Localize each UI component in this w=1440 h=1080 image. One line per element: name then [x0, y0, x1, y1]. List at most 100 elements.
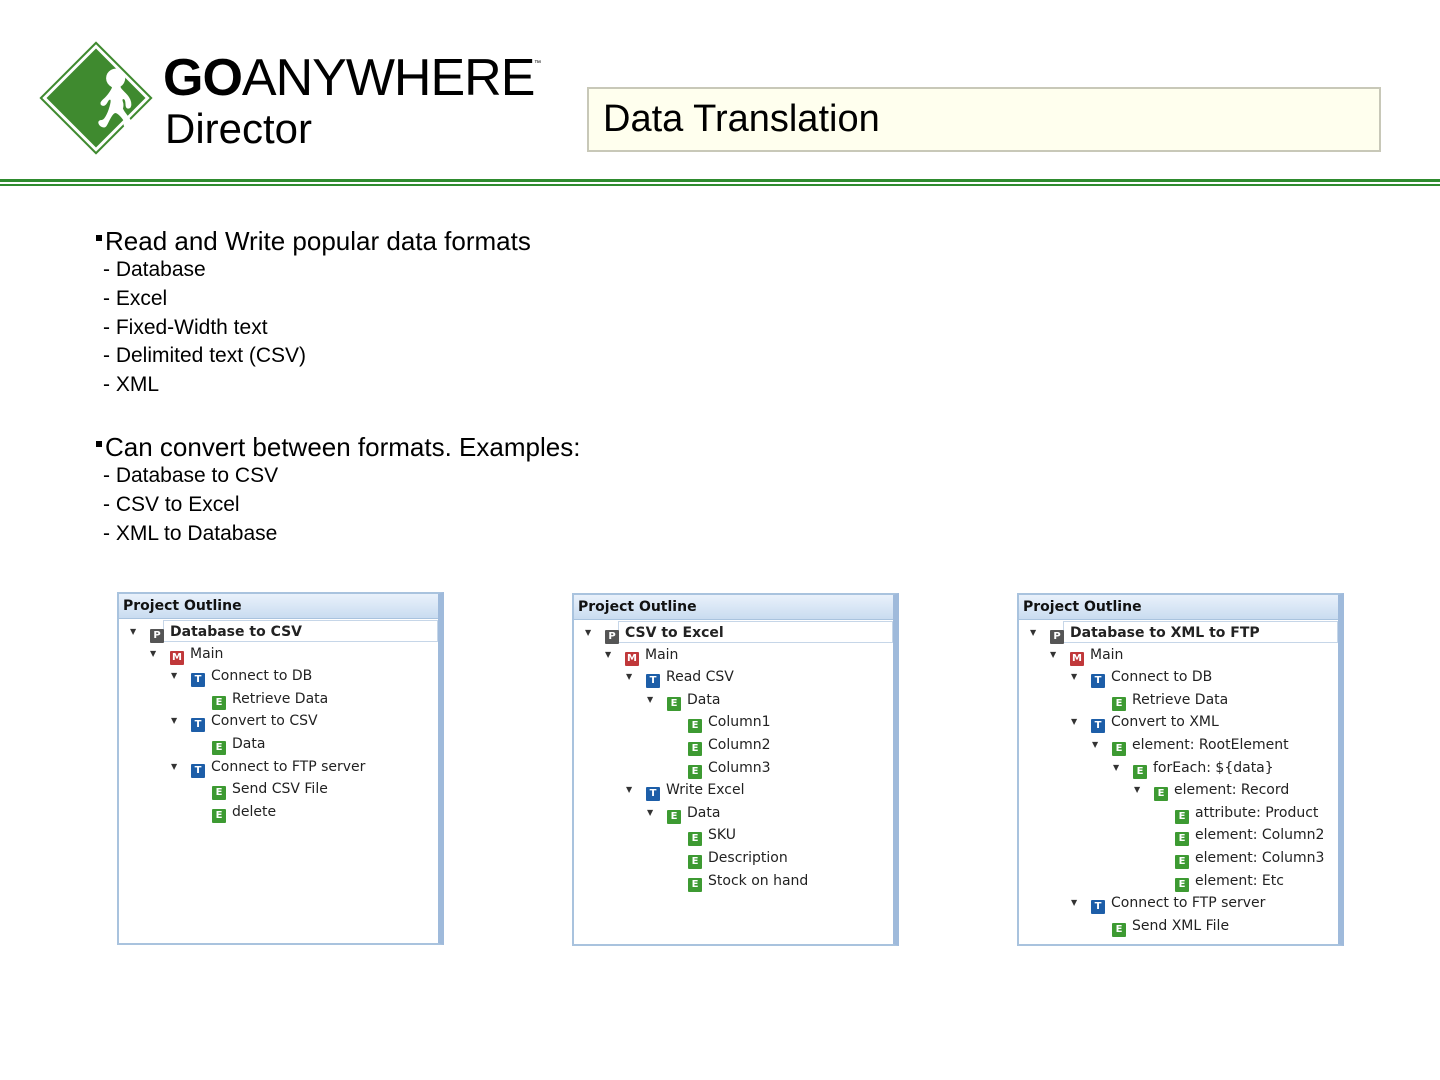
- tree-node[interactable]: ▼ T Read CSV: [626, 666, 734, 689]
- expand-toggle-icon[interactable]: ▼: [647, 689, 657, 711]
- tree-node[interactable]: Eattribute: Product: [1175, 802, 1318, 824]
- tree-node-label: delete: [232, 803, 277, 820]
- expand-toggle-icon[interactable]: ▼: [171, 665, 181, 687]
- tree-node-label: Convert to XML: [1111, 714, 1219, 731]
- module-icon: M: [170, 650, 184, 665]
- expand-toggle-icon[interactable]: ▼: [1030, 622, 1040, 644]
- expand-toggle-icon[interactable]: ▼: [1092, 734, 1102, 756]
- module-icon: M: [1070, 651, 1084, 666]
- tree-node[interactable]: E Send XML File: [1112, 915, 1229, 937]
- tree-node[interactable]: ▼ P Database to CSV: [130, 620, 438, 643]
- tree-node-label: Main: [190, 645, 224, 662]
- tree-node[interactable]: Eelement: Etc: [1175, 870, 1284, 892]
- project-icon: P: [605, 630, 619, 644]
- tree-node-label: Main: [645, 646, 679, 663]
- tree-node[interactable]: E Send CSV File: [212, 778, 328, 801]
- tree-node-label: Stock on hand: [708, 872, 809, 889]
- tree-node[interactable]: ▼ T Connect to DB: [1071, 666, 1213, 689]
- expand-toggle-icon[interactable]: ▼: [626, 666, 636, 688]
- expand-toggle-icon[interactable]: ▼: [647, 802, 657, 824]
- element-icon: E: [212, 695, 226, 710]
- tree-node[interactable]: E Retrieve Data: [1112, 689, 1228, 711]
- tree-node[interactable]: ▼ T Write Excel: [626, 779, 745, 802]
- tree-node[interactable]: E Description: [688, 847, 788, 869]
- tree-node-label: Connect to FTP server: [1111, 895, 1266, 912]
- expand-toggle-icon[interactable]: ▼: [585, 622, 595, 644]
- element-icon: E: [1175, 877, 1189, 892]
- sub-item: - Database to CSV: [103, 463, 279, 487]
- tree-node[interactable]: ▼ EforEach: ${data}: [1113, 757, 1274, 779]
- tree-node-label: Column1: [708, 714, 771, 731]
- expand-toggle-icon[interactable]: ▼: [1113, 757, 1123, 779]
- tree-node[interactable]: ▼ E Data: [647, 802, 720, 824]
- tree-node[interactable]: ▼ M Main: [1050, 644, 1123, 666]
- element-icon: E: [1133, 764, 1147, 779]
- tree-node-label: Retrieve Data: [1132, 691, 1229, 708]
- expand-toggle-icon[interactable]: ▼: [1071, 711, 1081, 733]
- expand-toggle-icon[interactable]: ▼: [171, 710, 181, 732]
- expand-toggle-icon[interactable]: ▼: [626, 779, 636, 801]
- tree-node[interactable]: E Column2: [688, 734, 771, 756]
- tree-node[interactable]: ▼ M Main: [605, 644, 679, 666]
- tree-node[interactable]: E Stock on hand: [688, 870, 808, 892]
- tree-node-label: Data: [687, 691, 721, 708]
- tree-node[interactable]: ▼ T Connect to FTP server: [1071, 892, 1266, 915]
- tree-node[interactable]: E Column3: [688, 757, 771, 779]
- tree-node[interactable]: ▼ T Connect to DB: [171, 665, 313, 688]
- divider: [0, 184, 1440, 186]
- task-icon: T: [191, 718, 205, 733]
- task-icon: T: [1091, 900, 1105, 915]
- tree-node-label: Send XML File: [1132, 917, 1230, 934]
- expand-toggle-icon[interactable]: ▼: [1071, 892, 1081, 914]
- expand-toggle-icon[interactable]: ▼: [1071, 666, 1081, 688]
- task-icon: T: [1091, 674, 1105, 689]
- tree-node[interactable]: ▼ P Database to XML to FTP: [1030, 621, 1338, 644]
- tree-node[interactable]: ▼ T Convert to CSV: [171, 710, 318, 733]
- expand-toggle-icon[interactable]: ▼: [605, 644, 615, 666]
- tree-node-label: forEach: ${data}: [1153, 759, 1274, 776]
- tree-node-label: Retrieve Data: [232, 690, 329, 707]
- task-icon: T: [191, 763, 205, 778]
- tree-node[interactable]: E SKU: [688, 824, 736, 847]
- task-icon: T: [646, 787, 660, 802]
- tree-node[interactable]: ▼ P CSV to Excel: [585, 621, 893, 644]
- tree-node-label: Send CSV File: [232, 781, 328, 798]
- project-outline-panel: Project Outline ▼ P Database to XML to FTP…: [1017, 593, 1344, 946]
- tree-node[interactable]: ▼ T Connect to FTP server: [171, 756, 366, 778]
- expand-toggle-icon[interactable]: ▼: [1050, 644, 1060, 666]
- element-icon: E: [688, 855, 702, 869]
- tree-node-label: Description: [708, 850, 788, 866]
- element-icon: E: [1112, 742, 1126, 756]
- tree-node-label: Database to XML to FTP: [1070, 625, 1260, 641]
- bullet-list: Read and Write popular data formats - Da…: [95, 226, 580, 548]
- tree-node-label: Column3: [708, 759, 771, 776]
- tree-node[interactable]: E Data: [212, 733, 265, 755]
- brand-name: GOANYWHERE: [163, 49, 535, 107]
- product-name: Director: [165, 105, 313, 152]
- tree-node[interactable]: E Retrieve Data: [212, 688, 328, 710]
- project-icon: P: [1050, 630, 1064, 644]
- tree-node[interactable]: Eelement: Column2: [1175, 824, 1324, 847]
- expand-toggle-icon[interactable]: ▼: [171, 756, 181, 778]
- tree-node[interactable]: ▼ T Convert to XML: [1071, 711, 1219, 734]
- tree-node[interactable]: ▼ E Data: [647, 689, 721, 711]
- tree-node-label: Connect to DB: [1111, 669, 1213, 686]
- bullet-item: Read and Write popular data formats: [95, 226, 580, 256]
- element-icon: E: [688, 877, 702, 892]
- project-outline-panel: Project Outline ▼ P CSV to Excel ▼ M Main ▼ T Re…: [572, 593, 899, 946]
- tree-node[interactable]: ▼ Eelement: RootElement: [1092, 734, 1289, 756]
- tree-node[interactable]: E Column1: [688, 711, 771, 734]
- tree-node[interactable]: Eelement: Column3: [1175, 847, 1324, 869]
- tree-node[interactable]: ▼ Eelement: Record: [1134, 779, 1289, 802]
- goanywhere-logo: 🚶︎ GOANYWHERE ™ Director: [39, 41, 548, 160]
- panel-header: Project Outline: [1019, 595, 1338, 620]
- tree-node-label: Connect to DB: [211, 668, 313, 685]
- element-icon: E: [1175, 855, 1189, 869]
- expand-toggle-icon[interactable]: ▼: [130, 621, 140, 643]
- expand-toggle-icon[interactable]: ▼: [1134, 779, 1144, 801]
- tree-node-label: attribute: Product: [1195, 804, 1319, 821]
- tree-node[interactable]: ▼ M Main: [150, 643, 224, 665]
- tree-node[interactable]: Edelete: [212, 801, 276, 823]
- expand-toggle-icon[interactable]: ▼: [150, 643, 160, 665]
- tree-node-label: Connect to FTP server: [211, 758, 366, 775]
